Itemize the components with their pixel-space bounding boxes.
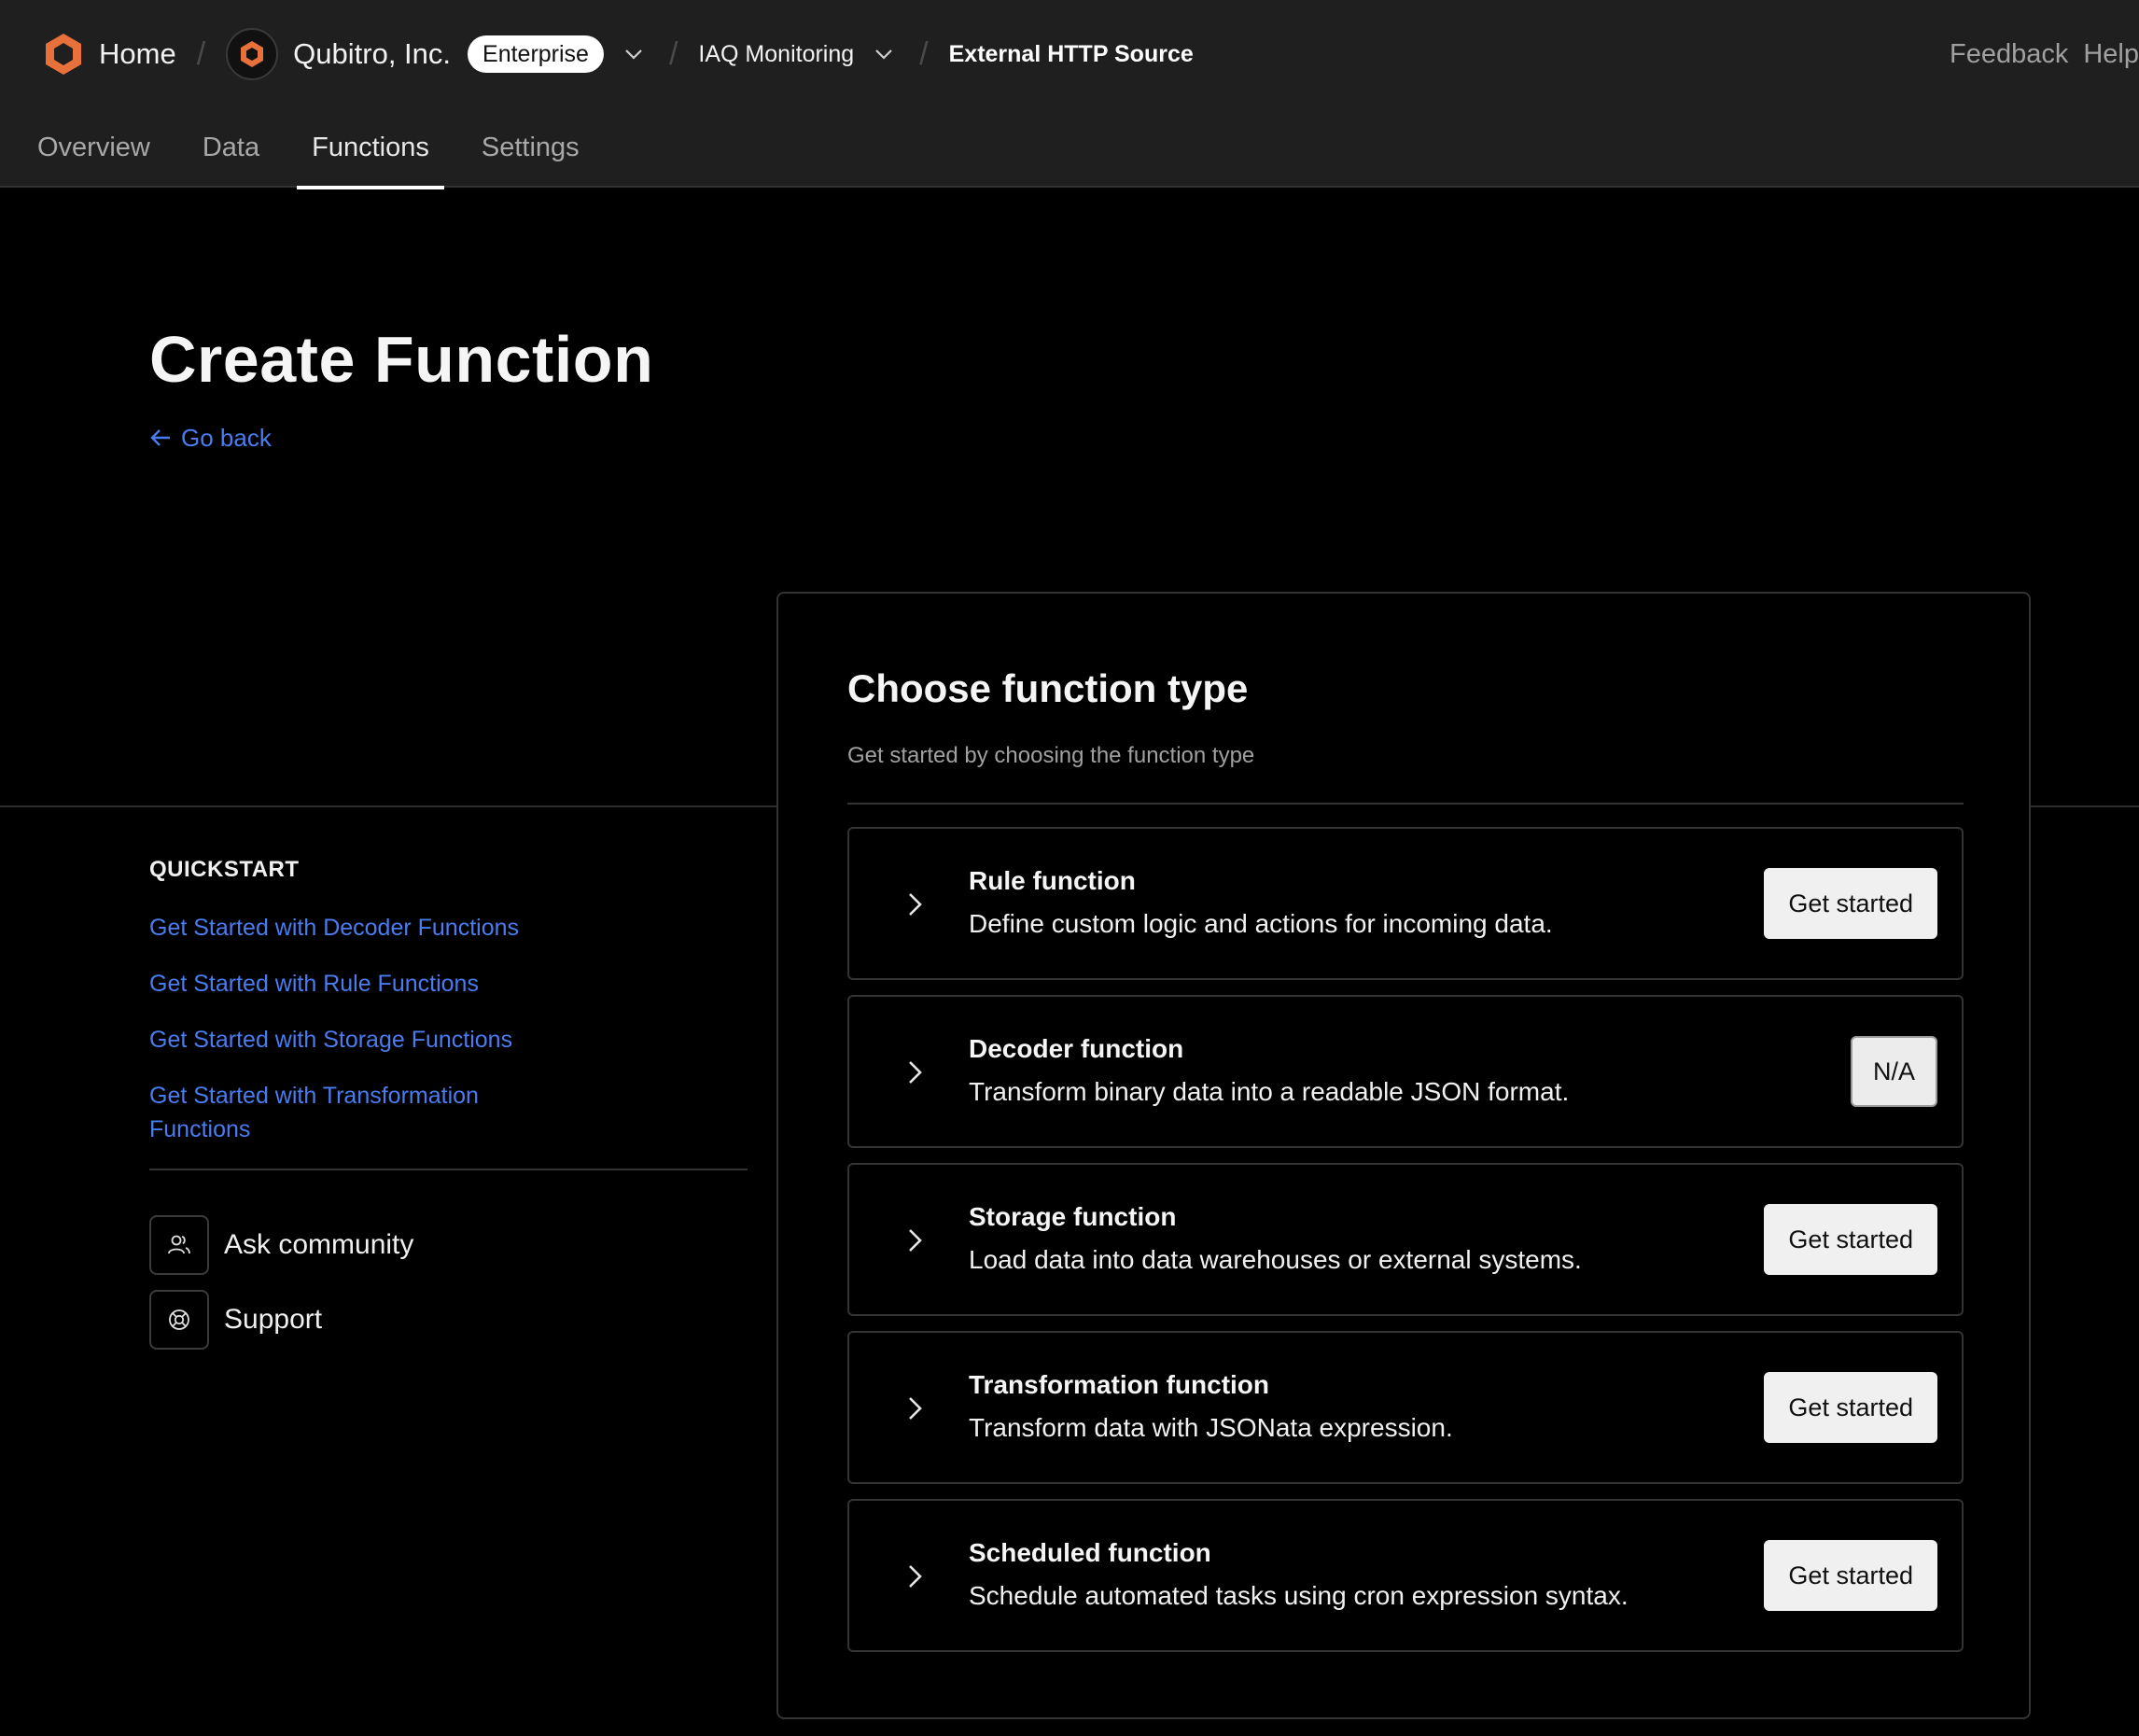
chevron-right-icon[interactable] bbox=[900, 1057, 930, 1087]
breadcrumb-org-name[interactable]: Qubitro, Inc. bbox=[293, 37, 451, 71]
quickstart-link-storage[interactable]: Get Started with Storage Functions bbox=[149, 1023, 560, 1057]
ask-community-label: Ask community bbox=[224, 1229, 414, 1260]
sidebar-divider bbox=[149, 1169, 748, 1170]
function-row-transformation[interactable]: Transformation function Transform data w… bbox=[847, 1331, 1964, 1484]
ask-community-item[interactable]: Ask community bbox=[149, 1215, 747, 1275]
get-started-button[interactable]: Get started bbox=[1764, 1540, 1937, 1611]
function-row-storage[interactable]: Storage function Load data into data war… bbox=[847, 1163, 1964, 1316]
feedback-link[interactable]: Feedback bbox=[1950, 39, 2068, 70]
support-label: Support bbox=[224, 1304, 323, 1335]
tab-bar: Overview Data Functions Settings bbox=[22, 123, 617, 189]
users-icon bbox=[149, 1215, 209, 1275]
function-row-decoder[interactable]: Decoder function Transform binary data i… bbox=[847, 995, 1964, 1148]
breadcrumb-source-name: External HTTP Source bbox=[948, 40, 1194, 67]
project-switcher-chevron-down-icon[interactable] bbox=[869, 39, 899, 69]
lifebuoy-icon bbox=[149, 1290, 209, 1350]
chevron-right-icon[interactable] bbox=[900, 1393, 930, 1423]
function-row-rule[interactable]: Rule function Define custom logic and ac… bbox=[847, 827, 1964, 980]
quickstart-link-rule[interactable]: Get Started with Rule Functions bbox=[149, 967, 560, 1001]
support-item[interactable]: Support bbox=[149, 1290, 747, 1350]
function-description: Schedule automated tasks using cron expr… bbox=[969, 1581, 1629, 1610]
card-divider bbox=[847, 803, 1964, 805]
top-navigation-bar: Home / Qubitro, Inc. Enterprise / IAQ Mo… bbox=[0, 0, 2139, 189]
function-name: Storage function bbox=[969, 1202, 1177, 1231]
go-back-link[interactable]: Go back bbox=[149, 422, 272, 454]
tab-settings[interactable]: Settings bbox=[467, 123, 594, 188]
not-available-button[interactable]: N/A bbox=[1850, 1036, 1937, 1107]
function-description: Transform binary data into a readable JS… bbox=[969, 1077, 1570, 1106]
breadcrumb-home[interactable]: Home bbox=[99, 37, 176, 71]
function-name: Decoder function bbox=[969, 1034, 1184, 1063]
chevron-right-icon[interactable] bbox=[900, 1225, 930, 1255]
function-name: Scheduled function bbox=[969, 1538, 1211, 1567]
org-switcher-chevron-down-icon[interactable] bbox=[619, 39, 649, 69]
quickstart-link-transformation[interactable]: Get Started with Transformation Function… bbox=[149, 1079, 560, 1146]
breadcrumb: Home / Qubitro, Inc. Enterprise / IAQ Mo… bbox=[41, 28, 1194, 80]
tab-overview[interactable]: Overview bbox=[22, 123, 165, 188]
breadcrumb-separator: / bbox=[919, 35, 929, 72]
go-back-label: Go back bbox=[181, 423, 272, 452]
tab-data[interactable]: Data bbox=[188, 123, 274, 188]
get-started-button[interactable]: Get started bbox=[1764, 868, 1937, 939]
qubitro-logo-icon[interactable] bbox=[41, 32, 86, 77]
arrow-left-icon bbox=[150, 429, 170, 446]
function-description: Load data into data warehouses or extern… bbox=[969, 1245, 1582, 1274]
org-avatar[interactable] bbox=[226, 28, 279, 80]
function-row-scheduled[interactable]: Scheduled function Schedule automated ta… bbox=[847, 1499, 1964, 1652]
plan-badge: Enterprise bbox=[468, 35, 604, 73]
card-title: Choose function type bbox=[847, 666, 1249, 710]
card-subtitle: Get started by choosing the function typ… bbox=[847, 743, 1255, 768]
quickstart-heading: QUICKSTART bbox=[149, 857, 300, 882]
get-started-button[interactable]: Get started bbox=[1764, 1372, 1937, 1443]
help-link[interactable]: Help bbox=[2083, 39, 2139, 70]
quickstart-link-decoder[interactable]: Get Started with Decoder Functions bbox=[149, 911, 560, 945]
quickstart-sidebar: QUICKSTART Get Started with Decoder Func… bbox=[149, 857, 748, 1350]
chevron-right-icon[interactable] bbox=[900, 1561, 930, 1591]
function-type-list: Rule function Define custom logic and ac… bbox=[847, 827, 1964, 1667]
quickstart-links: Get Started with Decoder Functions Get S… bbox=[149, 911, 747, 1146]
function-description: Transform data with JSONata expression. bbox=[969, 1413, 1453, 1442]
function-description: Define custom logic and actions for inco… bbox=[969, 909, 1553, 938]
function-name: Rule function bbox=[969, 866, 1136, 895]
breadcrumb-project-name[interactable]: IAQ Monitoring bbox=[698, 41, 854, 68]
choose-function-type-card: Choose function type Get started by choo… bbox=[776, 592, 2031, 1719]
breadcrumb-separator: / bbox=[196, 35, 206, 72]
header-actions: Feedback Help bbox=[1935, 34, 2139, 75]
tab-functions[interactable]: Functions bbox=[297, 123, 444, 189]
function-name: Transformation function bbox=[969, 1370, 1269, 1399]
breadcrumb-separator: / bbox=[668, 35, 678, 72]
chevron-right-icon[interactable] bbox=[900, 889, 930, 919]
page-title: Create Function bbox=[149, 323, 654, 396]
get-started-button[interactable]: Get started bbox=[1764, 1204, 1937, 1275]
